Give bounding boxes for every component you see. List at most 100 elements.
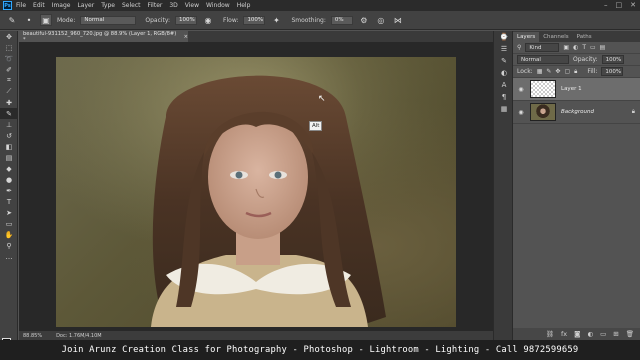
clone-stamp-tool-icon[interactable]: ⊥ xyxy=(0,119,18,130)
path-select-tool-icon[interactable]: ➤ xyxy=(0,207,18,218)
photoshop-logo: Ps xyxy=(3,1,12,10)
layer-name: Background xyxy=(561,109,594,115)
new-group-icon[interactable]: ▭ xyxy=(600,330,606,338)
mode-select[interactable]: Normal xyxy=(80,15,137,25)
zoom-tool-icon[interactable]: ⚲ xyxy=(0,240,18,251)
filter-adjust-icon[interactable]: ◐ xyxy=(573,44,578,51)
menu-filter[interactable]: Filter xyxy=(148,2,163,9)
blur-tool-icon[interactable]: ◆ xyxy=(0,163,18,174)
brush-tool-icon[interactable]: ✎ xyxy=(0,108,18,119)
menu-select[interactable]: Select xyxy=(122,2,141,9)
marquee-tool-icon[interactable]: ⬚ xyxy=(0,42,18,53)
rectangle-tool-icon[interactable]: ▭ xyxy=(0,218,18,229)
history-icon[interactable]: ⌚ xyxy=(494,31,514,43)
brush-tool-icon[interactable]: ✎ xyxy=(6,14,18,26)
layers-panel: Layers Channels Paths ⚲ Kind ▣ ◐ T ▭ ▤ N… xyxy=(513,31,640,340)
pen-tool-icon[interactable]: ✒ xyxy=(0,185,18,196)
adjustments-icon[interactable]: ◐ xyxy=(494,67,514,79)
layers-footer: ⛓ fx ◙ ◐ ▭ ⊞ 🗑︎ xyxy=(513,328,640,340)
lock-pixels-icon[interactable]: ▦ xyxy=(537,68,543,75)
new-layer-icon[interactable]: ⊞ xyxy=(613,330,618,338)
maximize-icon[interactable]: □ xyxy=(616,1,623,9)
fill-input[interactable]: 100% xyxy=(601,67,624,76)
airbrush-icon[interactable]: ✦ xyxy=(270,14,282,26)
brush-panel-icon[interactable]: ✎ xyxy=(494,55,514,67)
type-tool-icon[interactable]: T xyxy=(0,196,18,207)
delete-layer-icon[interactable]: 🗑︎ xyxy=(626,330,634,338)
lock-label: Lock: xyxy=(517,68,533,75)
layer-opacity-input[interactable]: 100% xyxy=(601,55,624,64)
mode-label: Mode: xyxy=(57,16,76,24)
libraries-icon[interactable]: ▦ xyxy=(494,103,514,115)
healing-brush-tool-icon[interactable]: ✚ xyxy=(0,97,18,108)
gear-icon[interactable]: ⚙ xyxy=(358,14,370,26)
add-mask-icon[interactable]: ◙ xyxy=(574,330,580,338)
link-layers-icon[interactable]: ⛓ xyxy=(546,330,554,338)
layer-thumbnail xyxy=(530,80,556,98)
move-tool-icon[interactable]: ✥ xyxy=(0,31,18,42)
menu-file[interactable]: File xyxy=(16,2,26,9)
minimize-icon[interactable]: – xyxy=(604,1,608,9)
smoothing-input[interactable]: 0% xyxy=(330,15,353,25)
fx-icon[interactable]: fx xyxy=(561,330,567,338)
layer-row-layer1[interactable]: ◉ Layer 1 xyxy=(513,78,640,101)
eraser-tool-icon[interactable]: ◧ xyxy=(0,141,18,152)
filter-kind-select[interactable]: Kind xyxy=(525,43,560,52)
zoom-level[interactable]: 88.85% xyxy=(23,333,42,339)
pressure-opacity-icon[interactable]: ◉ xyxy=(202,14,214,26)
menu-view[interactable]: View xyxy=(185,2,199,9)
crop-tool-icon[interactable]: ⌗ xyxy=(0,75,18,86)
cursor-icon: ↖ xyxy=(318,94,326,104)
visibility-eye-icon[interactable]: ◉ xyxy=(517,86,525,93)
menu-edit[interactable]: Edit xyxy=(33,2,45,9)
doc-size[interactable]: Doc: 1.76M/4.10M xyxy=(56,333,102,339)
document-tab[interactable]: beautiful-931152_960_720.jpg @ 88.9% (La… xyxy=(19,31,189,43)
menu-bar: Ps File Edit Image Layer Type Select Fil… xyxy=(0,0,640,11)
adjustment-layer-icon[interactable]: ◐ xyxy=(587,330,593,338)
properties-icon[interactable]: ☰ xyxy=(494,43,514,55)
menu-3d[interactable]: 3D xyxy=(169,2,177,9)
menu-help[interactable]: Help xyxy=(237,2,251,9)
paragraph-panel-icon[interactable]: ¶ xyxy=(494,91,514,103)
document-canvas-image[interactable] xyxy=(56,57,456,327)
visibility-eye-icon[interactable]: ◉ xyxy=(517,109,525,116)
close-icon[interactable]: ✕ xyxy=(630,1,636,9)
character-panel-icon[interactable]: A xyxy=(494,79,514,91)
tab-channels[interactable]: Channels xyxy=(539,32,572,42)
filter-type-icon[interactable]: T xyxy=(582,44,586,51)
girl-portrait-image xyxy=(56,57,456,327)
opacity-input[interactable]: 100% xyxy=(175,15,198,25)
brush-preset-icon[interactable]: • xyxy=(23,14,35,26)
close-tab-icon[interactable]: × xyxy=(184,34,188,40)
hand-tool-icon[interactable]: ✋ xyxy=(0,229,18,240)
menu-window[interactable]: Window xyxy=(206,2,230,9)
lock-artboard-icon[interactable]: ▢ xyxy=(564,68,570,75)
symmetry-icon[interactable]: ⋈ xyxy=(392,14,404,26)
gradient-tool-icon[interactable]: ▤ xyxy=(0,152,18,163)
lasso-tool-icon[interactable]: ➰ xyxy=(0,53,18,64)
quick-select-tool-icon[interactable]: ✐ xyxy=(0,64,18,75)
lock-paint-icon[interactable]: ✎ xyxy=(546,68,551,75)
alt-tooltip: Alt xyxy=(309,121,323,131)
eyedropper-tool-icon[interactable]: ⟋ xyxy=(0,86,18,97)
lock-position-icon[interactable]: ✥ xyxy=(555,68,560,75)
tab-layers[interactable]: Layers xyxy=(513,32,540,42)
dodge-tool-icon[interactable]: ● xyxy=(0,174,18,185)
tab-paths[interactable]: Paths xyxy=(573,32,596,42)
menu-image[interactable]: Image xyxy=(52,2,71,9)
menu-layer[interactable]: Layer xyxy=(77,2,94,9)
menu-type[interactable]: Type xyxy=(101,2,115,9)
more-tools-icon[interactable]: … xyxy=(0,251,18,262)
lock-all-icon[interactable]: 🔒︎ xyxy=(574,68,577,76)
brush-settings-icon[interactable]: ▣ xyxy=(40,14,52,26)
filter-shape-icon[interactable]: ▭ xyxy=(590,44,596,51)
tools-panel: ✥ ⬚ ➰ ✐ ⌗ ⟋ ✚ ✎ ⊥ ↺ ◧ ▤ ◆ ● ✒ T ➤ ▭ ✋ ⚲ … xyxy=(0,31,18,351)
layer-row-background[interactable]: ◉ Background 🔒︎ xyxy=(513,101,640,124)
filter-smart-icon[interactable]: ▤ xyxy=(600,44,606,51)
layer-thumbnail xyxy=(530,103,556,121)
filter-pixel-icon[interactable]: ▣ xyxy=(563,44,569,51)
flow-input[interactable]: 100% xyxy=(243,15,266,25)
blend-mode-select[interactable]: Normal xyxy=(517,55,569,64)
history-brush-tool-icon[interactable]: ↺ xyxy=(0,130,18,141)
pressure-size-icon[interactable]: ◎ xyxy=(375,14,387,26)
